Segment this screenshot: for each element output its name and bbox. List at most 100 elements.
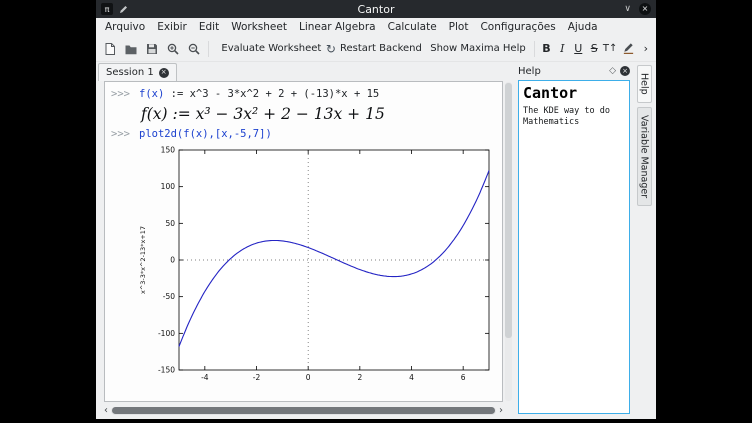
scroll-left-icon[interactable]: ‹ [104,406,108,416]
worksheet[interactable]: >>> f(x) := x^3 - 3*x^2 + 2 + (-13)*x + … [104,81,503,402]
restart-backend-label: Restart Backend [340,43,422,54]
float-panel-icon[interactable]: ◇ [609,66,616,76]
svg-text:0: 0 [306,373,311,382]
svg-text:2: 2 [357,373,362,382]
menubar: Arquivo Exibir Edit Worksheet Linear Alg… [96,18,656,36]
command-entry-1[interactable]: >>> f(x) := x^3 - 3*x^2 + 2 + (-13)*x + … [111,87,502,102]
command-entry-2[interactable]: >>> plot2d( f(x),[x,-5,7]) [111,127,502,142]
menu-exibir[interactable]: Exibir [151,21,193,33]
content-row: Session 1 × >>> f(x) := x^3 - 3*x^2 + 2 … [96,62,656,419]
evaluate-worksheet-label: Evaluate Worksheet [221,43,321,54]
folder-icon [124,42,138,56]
chevron-down-icon[interactable]: ∨ [624,5,631,14]
app-icon-glyph: π [105,5,110,14]
show-maxima-help-button[interactable]: Show Maxima Help [422,38,530,60]
svg-text:4: 4 [409,373,414,382]
side-tab-help[interactable]: Help [637,65,652,103]
horizontal-scrollbar[interactable]: ‹ › [104,405,503,416]
toolbar-overflow-button[interactable]: › [640,42,652,55]
worksheet-column: Session 1 × >>> f(x) := x^3 - 3*x^2 + 2 … [96,62,514,419]
cantor-window: π Cantor ∨ × Arquivo Exibir Edit Workshe… [96,0,656,419]
prompt: >>> [111,127,139,142]
menu-arquivo[interactable]: Arquivo [99,21,151,33]
code-function: f(x) [139,87,164,102]
close-button[interactable]: × [639,3,651,15]
menu-plot[interactable]: Plot [443,21,475,33]
strikethrough-button[interactable]: S [587,38,602,60]
plot-result: -4 -2 0 2 4 6 -150 -100 -50 0 50 100 150 x^3-3*x^2-13… [135,144,502,396]
svg-text:-100: -100 [158,329,175,338]
scroll-right-icon[interactable]: › [499,406,503,416]
tabbar: Session 1 × [96,62,514,81]
text-pen-button[interactable] [619,38,639,60]
new-document-icon [103,42,117,56]
restart-backend-button[interactable]: ↻ Restart Backend [327,38,421,60]
window-title: Cantor [96,3,656,16]
prompt: >>> [111,87,139,102]
new-worksheet-button[interactable] [100,38,120,60]
menu-calculate[interactable]: Calculate [382,21,443,33]
zoom-out-button[interactable] [184,38,204,60]
menu-ajuda[interactable]: Ajuda [562,21,604,33]
titlebar[interactable]: π Cantor ∨ × [96,0,656,18]
horizontal-scrollbar-thumb[interactable] [112,407,495,414]
help-body: The KDE way to do Mathematics [523,106,625,129]
tab-session-1-label: Session 1 [106,67,154,78]
show-maxima-help-label: Show Maxima Help [430,43,525,54]
underline-button[interactable]: U [571,38,586,60]
svg-text:-150: -150 [158,366,175,375]
svg-text:150: 150 [161,146,176,155]
restart-icon: ↻ [326,43,336,55]
worksheet-area: >>> f(x) := x^3 - 3*x^2 + 2 + (-13)*x + … [96,81,514,419]
side-tab-variable-manager[interactable]: Variable Manager [637,107,652,206]
svg-text:-2: -2 [253,373,261,382]
italic-button[interactable]: I [555,38,570,60]
vertical-scrollbar-thumb[interactable] [505,83,512,338]
code-text: := x^3 - 3*x^2 + 2 + (-13)*x + 15 [164,87,379,102]
help-panel-title: Help [518,66,605,77]
evaluate-worksheet-button[interactable]: Evaluate Worksheet [213,38,326,60]
menu-linear-algebra[interactable]: Linear Algebra [293,21,382,33]
toolbar: Evaluate Worksheet ↻ Restart Backend Sho… [96,36,656,62]
open-button[interactable] [121,38,141,60]
vertical-scrollbar[interactable] [505,82,512,401]
pin-icon [118,0,129,19]
code-text: f(x),[x,-5,7]) [183,127,272,142]
tab-close-button[interactable]: × [159,68,169,78]
zoom-in-button[interactable] [163,38,183,60]
app-icon: π [101,3,113,15]
tab-close-icon: × [161,69,167,76]
svg-text:100: 100 [161,182,176,191]
code-function: plot2d( [139,127,183,142]
svg-text:x^3-3*x^2-13*x+17: x^3-3*x^2-13*x+17 [139,226,147,294]
svg-text:50: 50 [165,219,175,228]
toolbar-separator [208,41,209,57]
help-panel: Help ◇ × Cantor The KDE way to do Mathem… [514,62,632,419]
close-icon: × [642,5,649,13]
svg-text:0: 0 [170,256,175,265]
desktop-background: π Cantor ∨ × Arquivo Exibir Edit Workshe… [0,0,752,423]
svg-text:-4: -4 [201,373,209,382]
titlebar-right: ∨ × [624,3,651,15]
help-close-icon: × [622,68,628,75]
help-panel-header[interactable]: Help ◇ × [518,62,630,80]
tab-session-1[interactable]: Session 1 × [98,63,177,81]
rendered-math: f(x) := x³ − 3x² + 2 − 13x + 15 [141,105,502,123]
titlebar-left: π [101,0,129,19]
menu-configuracoes[interactable]: Configurações [474,21,561,33]
menu-edit[interactable]: Edit [193,21,225,33]
horizontal-scrollbar-track[interactable] [111,407,496,415]
bold-button[interactable]: B [539,38,554,60]
zoom-out-icon [187,42,201,56]
side-tab-strip: Help Variable Manager [632,62,656,419]
save-icon [145,42,159,56]
save-button[interactable] [142,38,162,60]
superscript-button[interactable]: T↑ [603,38,618,60]
pen-icon [622,42,635,55]
svg-text:6: 6 [461,373,466,382]
side-tab-variable-manager-label: Variable Manager [639,115,650,198]
menu-worksheet[interactable]: Worksheet [225,21,293,33]
svg-text:-50: -50 [163,292,175,301]
help-content: Cantor The KDE way to do Mathematics [518,80,630,414]
help-close-button[interactable]: × [620,66,630,76]
